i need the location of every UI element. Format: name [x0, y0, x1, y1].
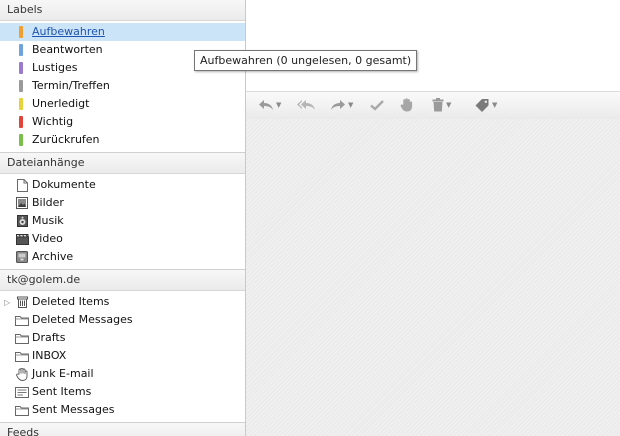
attachment-item-dokumente[interactable]: Dokumente	[0, 176, 245, 194]
label-text: Lustiges	[32, 61, 78, 74]
attachment-label: Dokumente	[32, 178, 96, 191]
tag-icon	[19, 26, 23, 38]
folder-label: Junk E-mail	[32, 367, 94, 380]
folder-label: Deleted Items	[32, 295, 110, 308]
label-text: Wichtig	[32, 115, 74, 128]
tag-icon	[19, 134, 23, 146]
archive-icon	[15, 250, 29, 264]
forward-icon	[330, 98, 346, 112]
label-text: Aufbewahren	[32, 25, 105, 38]
message-toolbar: ▼ ▼ ▼ ▼	[246, 91, 620, 120]
chevron-down-icon[interactable]: ▼	[348, 101, 353, 109]
folder-item-deleted-items[interactable]: ▷ Deleted Items	[0, 293, 245, 311]
reply-icon	[258, 98, 274, 112]
folder-item-inbox[interactable]: INBOX	[0, 347, 245, 365]
label-text: Beantworten	[32, 43, 103, 56]
tag-icon	[19, 62, 23, 74]
folder-label: Deleted Messages	[32, 313, 133, 326]
film-icon	[15, 232, 29, 246]
folder-icon	[15, 349, 29, 363]
folder-label: Drafts	[32, 331, 66, 344]
folder-icon	[15, 331, 29, 345]
attachments-list: Dokumente Bilder Musik Video Archive	[0, 174, 245, 269]
hand-icon	[15, 367, 29, 381]
trash-icon	[432, 98, 444, 112]
chevron-down-icon[interactable]: ▼	[276, 101, 281, 109]
folder-label: Sent Messages	[32, 403, 115, 416]
mark-done-button[interactable]	[370, 97, 384, 113]
speaker-icon	[15, 214, 29, 228]
section-header-labels[interactable]: Labels	[0, 0, 245, 21]
junk-button[interactable]	[400, 97, 413, 113]
document-icon	[15, 178, 29, 192]
sent-icon	[15, 385, 29, 399]
folder-item-deleted-messages[interactable]: Deleted Messages	[0, 311, 245, 329]
folder-label: Sent Items	[32, 385, 92, 398]
attachment-label: Musik	[32, 214, 64, 227]
labels-list: Aufbewahren Beantworten Lustiges Termin/…	[0, 21, 245, 152]
section-header-attachments[interactable]: Dateianhänge	[0, 152, 245, 174]
section-title: Feeds	[7, 426, 39, 436]
checkmark-icon	[370, 99, 384, 111]
tooltip: Aufbewahren (0 ungelesen, 0 gesamt)	[194, 50, 418, 71]
trash-icon	[15, 295, 29, 309]
tag-icon	[19, 80, 23, 92]
section-header-feeds[interactable]: Feeds	[0, 422, 245, 436]
section-title: Labels	[7, 3, 43, 16]
folder-item-sent-items[interactable]: Sent Items	[0, 383, 245, 401]
attachment-label: Bilder	[32, 196, 64, 209]
label-item-zurueckrufen[interactable]: Zurückrufen	[0, 131, 245, 149]
tag-icon	[474, 98, 490, 112]
delete-button[interactable]: ▼	[432, 97, 451, 113]
folder-item-sent-messages[interactable]: Sent Messages	[0, 401, 245, 419]
hand-icon	[400, 98, 413, 112]
attachment-item-musik[interactable]: Musik	[0, 212, 245, 230]
label-text: Zurückrufen	[32, 133, 100, 146]
label-item-termin-treffen[interactable]: Termin/Treffen	[0, 77, 245, 95]
folder-item-drafts[interactable]: Drafts	[0, 329, 245, 347]
image-icon	[15, 196, 29, 210]
attachment-item-archive[interactable]: Archive	[0, 248, 245, 266]
tag-icon	[19, 98, 23, 110]
folder-icon	[15, 403, 29, 417]
chevron-down-icon[interactable]: ▼	[492, 101, 497, 109]
folder-label: INBOX	[32, 349, 67, 362]
label-item-wichtig[interactable]: Wichtig	[0, 113, 245, 131]
folder-icon	[15, 313, 29, 327]
message-preview-area	[246, 119, 620, 436]
forward-button[interactable]: ▼	[330, 97, 353, 113]
reply-all-icon	[296, 98, 316, 112]
attachment-label: Video	[32, 232, 63, 245]
reply-all-button[interactable]	[296, 97, 316, 113]
expand-arrow-icon[interactable]: ▷	[4, 294, 10, 312]
attachment-label: Archive	[32, 250, 74, 263]
tag-icon	[19, 44, 23, 56]
section-title: tk@golem.de	[7, 273, 81, 286]
label-text: Unerledigt	[32, 97, 90, 110]
chevron-down-icon[interactable]: ▼	[446, 101, 451, 109]
account-folder-list: ▷ Deleted Items Deleted Messages Drafts …	[0, 291, 245, 422]
tag-icon	[19, 116, 23, 128]
label-text: Termin/Treffen	[32, 79, 110, 92]
folder-item-junk-email[interactable]: Junk E-mail	[0, 365, 245, 383]
attachment-item-video[interactable]: Video	[0, 230, 245, 248]
label-item-unerledigt[interactable]: Unerledigt	[0, 95, 245, 113]
section-title: Dateianhänge	[7, 156, 85, 169]
reply-button[interactable]: ▼	[258, 97, 281, 113]
attachment-item-bilder[interactable]: Bilder	[0, 194, 245, 212]
tag-button[interactable]: ▼	[474, 97, 497, 113]
label-item-aufbewahren[interactable]: Aufbewahren	[0, 23, 245, 41]
section-header-account[interactable]: tk@golem.de	[0, 269, 245, 291]
